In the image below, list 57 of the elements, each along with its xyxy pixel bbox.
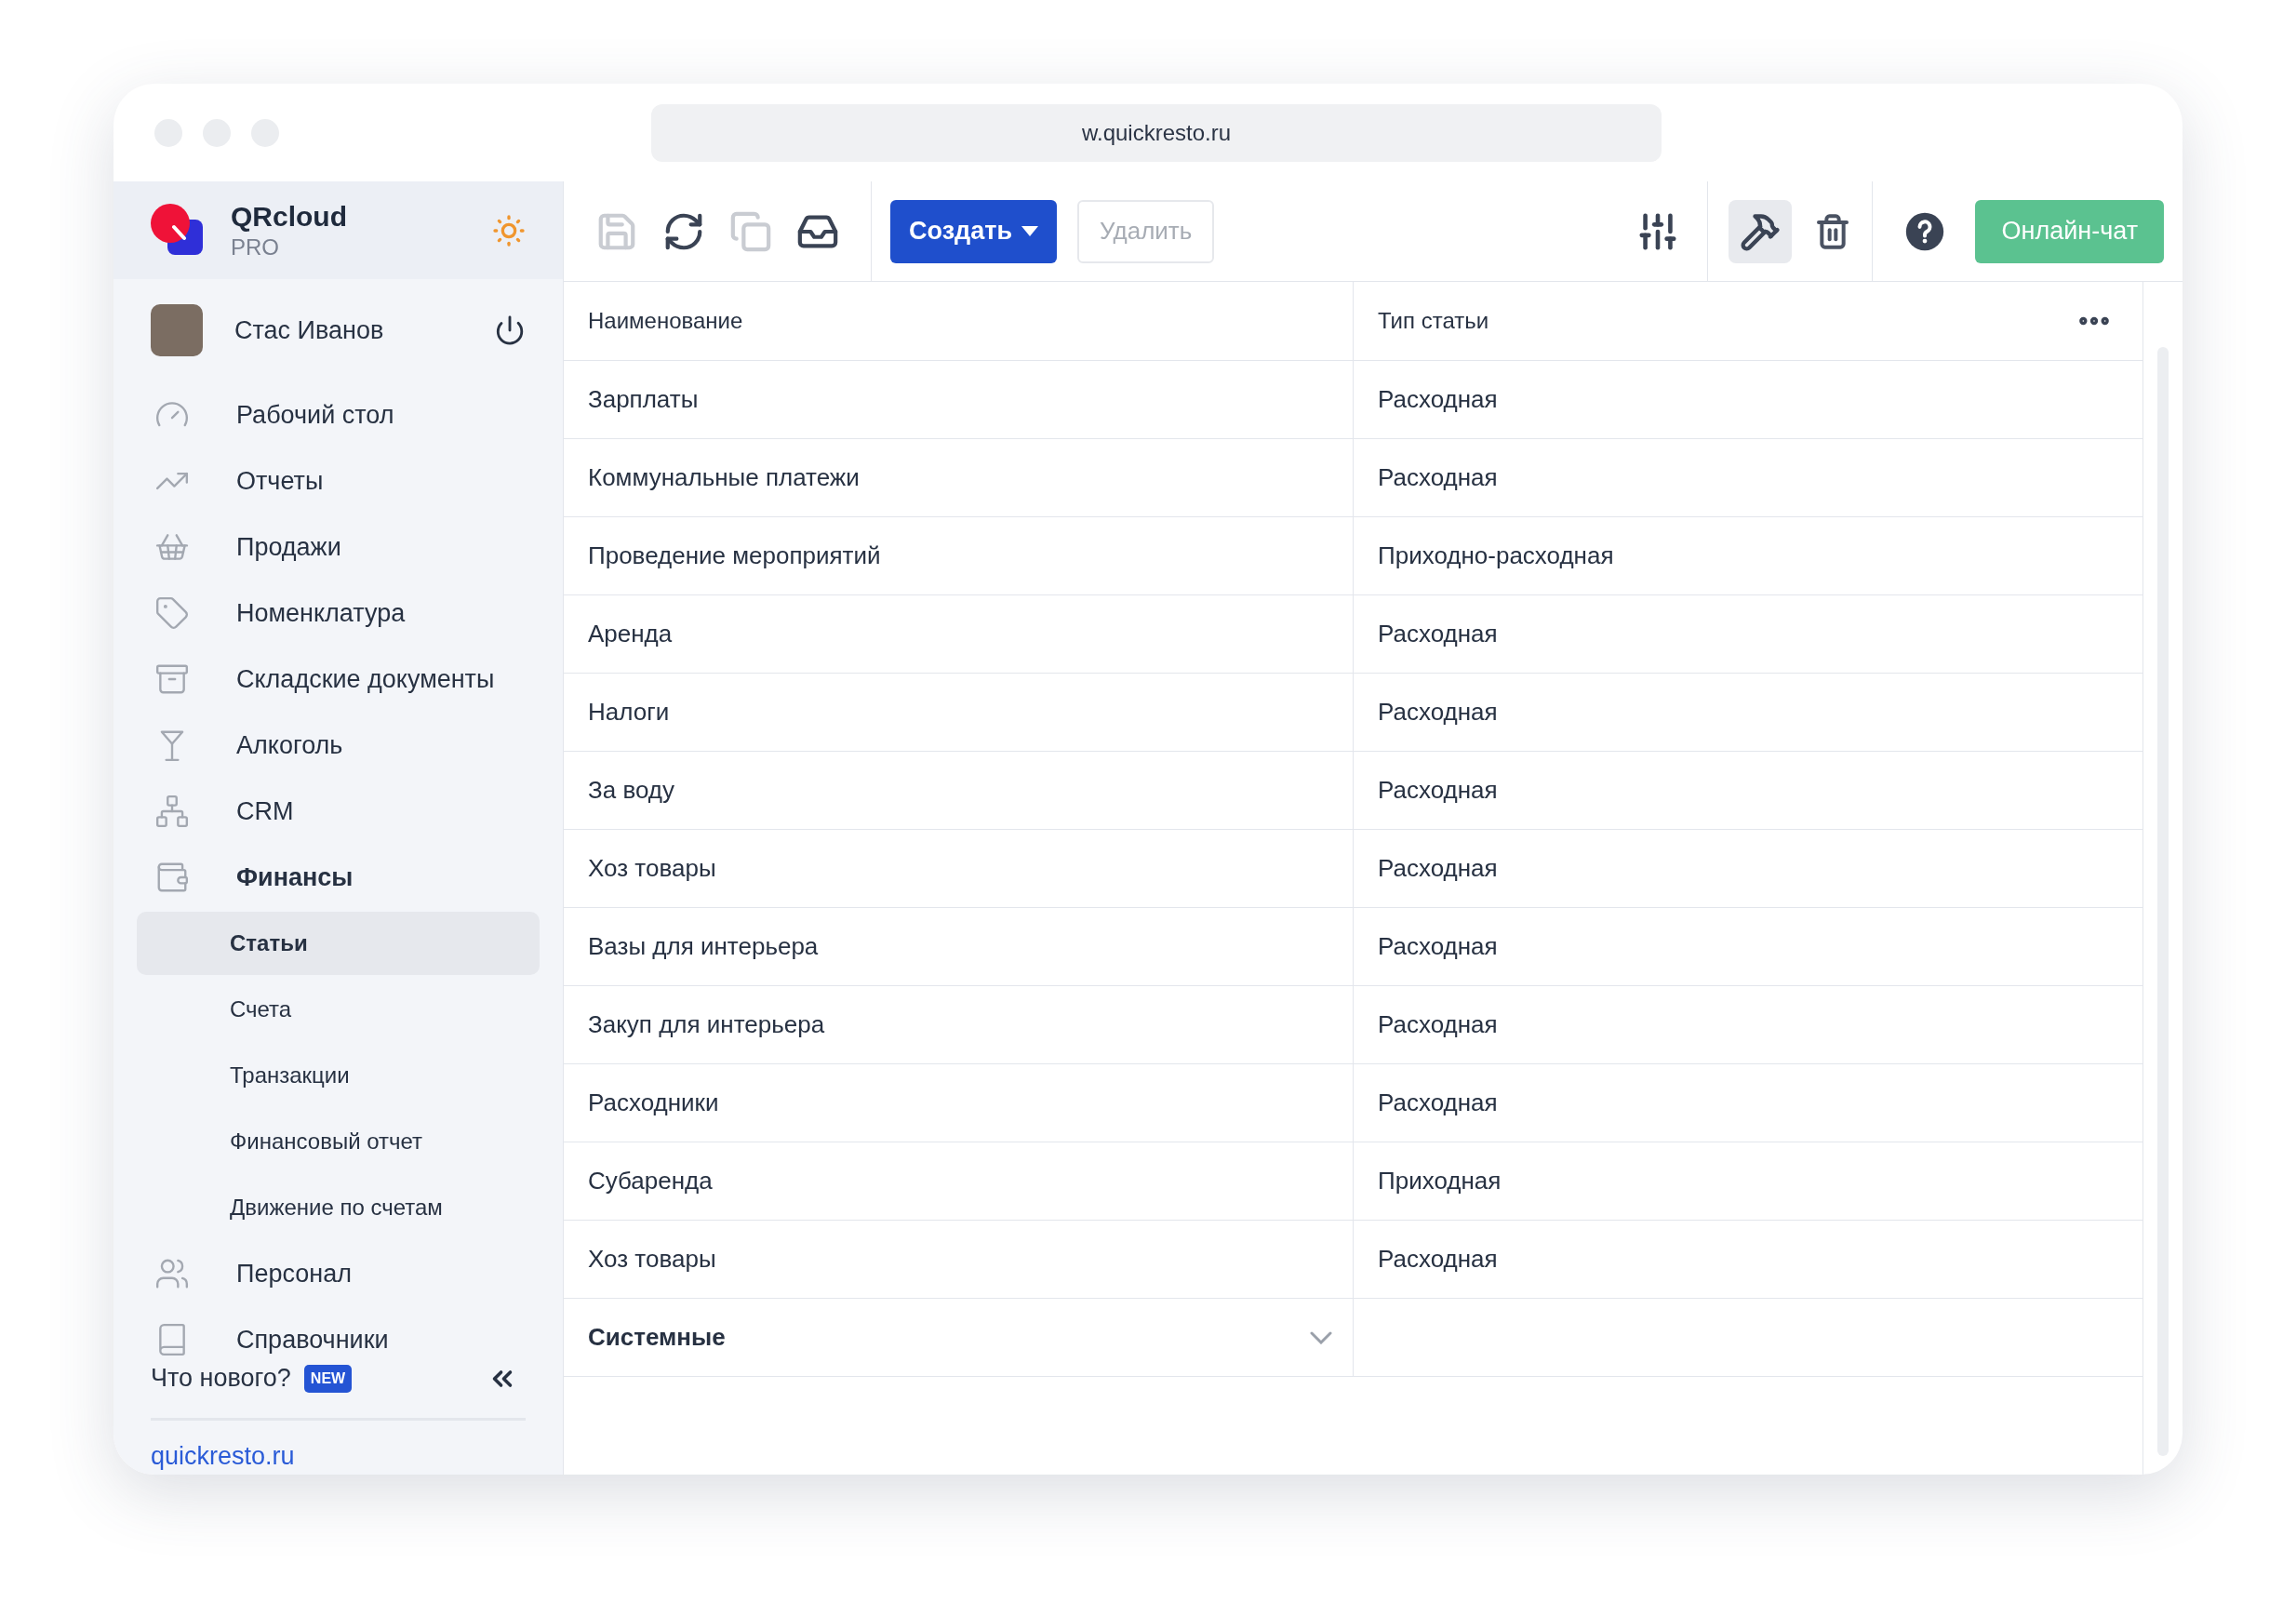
table-cell: Коммунальные платежи <box>564 439 1354 516</box>
nav-item[interactable]: Персонал <box>113 1240 563 1307</box>
nav-item[interactable]: Финансы <box>113 844 563 911</box>
table-cell: За воду <box>564 752 1354 829</box>
nav-item[interactable]: Рабочий стол <box>113 381 563 448</box>
power-icon[interactable] <box>494 314 526 347</box>
table-cell-text: Расходная <box>1377 384 1499 415</box>
table-cell-text: Расходная <box>1377 931 1499 962</box>
nav-subitem[interactable]: Статьи <box>137 912 540 975</box>
help-icon[interactable] <box>1904 210 1946 252</box>
column-header[interactable]: Наименование <box>564 282 1354 360</box>
nav-item[interactable]: Складские документы <box>113 646 563 713</box>
nav-subitem[interactable]: Финансовый отчет <box>137 1110 540 1173</box>
table-cell: Зарплаты <box>564 361 1354 438</box>
hierarchy-icon <box>154 794 190 829</box>
table-cell-text: Расходная <box>1377 1009 1499 1040</box>
tools-button[interactable] <box>1729 199 1793 263</box>
table-cell: Закуп для интерьера <box>564 986 1354 1063</box>
table-cell: Хоз товары <box>564 1221 1354 1298</box>
create-button[interactable]: Создать <box>890 199 1058 263</box>
chevron-down-icon <box>1310 1330 1332 1344</box>
table-cell: Вазы для интерьера <box>564 908 1354 985</box>
address-bar[interactable]: w.quickresto.ru <box>651 103 1662 162</box>
table-cell: Проведение мероприятий <box>564 517 1354 594</box>
table-cell-text: Приходная <box>1377 1166 1502 1196</box>
table-cell-text: Расходная <box>1377 853 1499 884</box>
table-cell-text: Расходная <box>1377 462 1499 493</box>
nav-subitem[interactable]: Движение по счетам <box>137 1176 540 1239</box>
nav-item[interactable]: Алкоголь <box>113 712 563 779</box>
table-cell: Налоги <box>564 674 1354 751</box>
new-badge: NEW <box>303 1364 353 1393</box>
avatar-placeholder <box>151 304 203 357</box>
table-cell-text: Расходная <box>1377 1088 1499 1118</box>
table-cell-text: Расходная <box>1377 697 1499 728</box>
table-cell: Аренда <box>564 595 1354 673</box>
user-name: Стас Иванов <box>234 315 384 347</box>
brand-name: QRcloud <box>231 202 347 231</box>
site-link[interactable]: quickresto.ru <box>151 1436 295 1475</box>
table-cell-text: Расходная <box>1377 1244 1499 1275</box>
nav-item[interactable]: Отчеты <box>113 447 563 514</box>
table-cell-text: Расходная <box>1377 775 1499 806</box>
nav-item[interactable]: CRM <box>113 778 563 845</box>
table-cell: Субаренда <box>564 1142 1354 1220</box>
table-cell-text: Приходно-расходная <box>1377 541 1615 571</box>
tag-icon <box>154 595 190 631</box>
whats-new-link[interactable]: Что нового? <box>151 1359 291 1397</box>
nav-item[interactable]: Продажи <box>113 514 563 581</box>
caret-icon <box>1021 225 1039 237</box>
group-row[interactable]: Системные <box>564 1299 1354 1376</box>
table-cell: Хоз товары <box>564 830 1354 907</box>
plan-label: PRO <box>231 235 280 259</box>
nav-subitem[interactable]: Счета <box>137 978 540 1041</box>
column-header[interactable]: Тип статьи <box>1354 282 2076 360</box>
table-cell: Расходники <box>564 1064 1354 1142</box>
table-cell-text: Расходная <box>1377 619 1499 649</box>
nav-item[interactable]: Номенклатура <box>113 580 563 647</box>
nav-subitem[interactable]: Транзакции <box>137 1044 540 1107</box>
